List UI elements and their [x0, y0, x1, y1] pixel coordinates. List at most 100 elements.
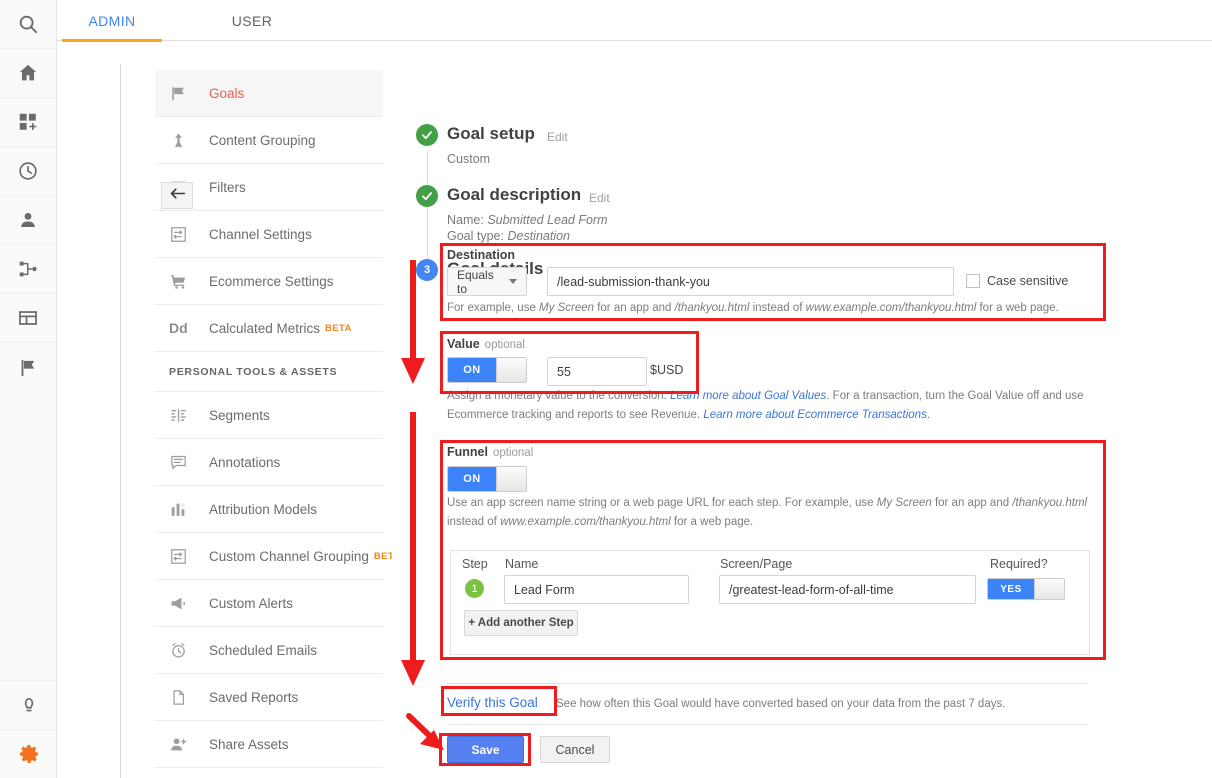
rail-item-search[interactable]: [0, 0, 56, 49]
dest-help-p4: for a web page.: [976, 302, 1059, 314]
rail-item-acquisition[interactable]: [0, 245, 56, 294]
sidebar-item-content-grouping-label: Content Grouping: [209, 132, 316, 148]
step-1-status-badge: [416, 124, 438, 146]
ecommerce-transactions-link[interactable]: Learn more about Ecommerce Transactions: [703, 409, 927, 421]
funnel-col-name: Name: [505, 557, 539, 571]
rail-item-admin[interactable]: [0, 729, 57, 778]
tab-user[interactable]: USER: [202, 0, 302, 41]
case-sensitive-checkbox[interactable]: [966, 274, 980, 288]
dest-help-i3: www.example.com/thankyou.html: [805, 302, 977, 314]
value-help-1b: . For a transaction, turn the Goal Value…: [826, 390, 1084, 402]
value-toggle[interactable]: ON: [447, 357, 527, 383]
sidebar-item-saved-reports-label: Saved Reports: [209, 689, 299, 705]
rail-item-discover[interactable]: [0, 680, 57, 729]
sidebar-item-annotations[interactable]: Annotations: [155, 439, 383, 486]
step-1-subtext: Custom: [447, 152, 491, 166]
rail-item-behavior[interactable]: [0, 294, 56, 343]
dest-help-p1: For example, use: [447, 302, 540, 314]
verify-this-goal-link[interactable]: Verify this Goal: [447, 695, 538, 710]
verify-description: See how often this Goal would have conve…: [556, 698, 1006, 710]
nav-divider-line: [120, 64, 121, 778]
funnel-help-1i2: /thankyou.html: [1012, 497, 1088, 509]
value-amount-input[interactable]: [547, 357, 647, 386]
sidebar-item-custom-channel-grouping[interactable]: Custom Channel Grouping BET.: [155, 533, 396, 580]
funnel-help-2i: www.example.com/thankyou.html: [500, 516, 671, 528]
value-help-line-2: Ecommerce tracking and reports to see Re…: [447, 406, 1107, 425]
funnel-toggle[interactable]: ON: [447, 466, 527, 492]
sidebar-item-saved-reports[interactable]: Saved Reports: [155, 674, 383, 721]
sidebar-item-custom-alerts[interactable]: Custom Alerts: [155, 580, 383, 627]
analytics-admin-screen: ADMIN USER Goals Content Grouping Filter…: [0, 0, 1212, 778]
funnel-col-screen-page: Screen/Page: [720, 557, 793, 571]
sidebar-item-scheduled-emails[interactable]: Scheduled Emails: [155, 627, 383, 674]
sidebar-item-attribution-models[interactable]: Attribution Models: [155, 486, 383, 533]
funnel-row-name-input[interactable]: [504, 575, 689, 604]
collapse-nav-button[interactable]: [161, 182, 193, 209]
funnel-row-required-knob: [1034, 579, 1064, 599]
funnel-row-screen-page-input[interactable]: [719, 575, 976, 604]
admin-nav-column: Goals Content Grouping Filters Channel S…: [57, 42, 445, 778]
rail-item-audience[interactable]: [0, 196, 56, 245]
step-connector-line: [427, 150, 428, 270]
save-button[interactable]: Save: [447, 736, 524, 763]
sidebar-item-goals[interactable]: Goals: [155, 70, 383, 117]
tab-admin-label: ADMIN: [88, 12, 136, 29]
funnel-toggle-state: ON: [448, 467, 496, 491]
add-another-step-button[interactable]: + Add another Step: [464, 610, 578, 636]
home-icon: [17, 62, 39, 84]
conversions-flag-icon: [17, 357, 39, 379]
discover-bulb-icon: [18, 694, 40, 716]
tab-admin[interactable]: ADMIN: [62, 0, 162, 41]
step-1-edit-link[interactable]: Edit: [547, 130, 568, 144]
acquisition-share-icon: [17, 258, 39, 280]
admin-gear-icon: [17, 742, 41, 766]
megaphone-icon: [169, 594, 199, 613]
step-2-status-badge: [416, 185, 438, 207]
step-2-name-line: Name: Submitted Lead Form: [447, 213, 608, 227]
sidebar-item-channel-settings[interactable]: Channel Settings: [155, 211, 383, 258]
rail-item-home[interactable]: [0, 49, 56, 98]
cancel-button[interactable]: Cancel: [540, 736, 610, 763]
funnel-help-1i: My Screen: [876, 497, 932, 509]
goal-editor-panel: Goal setup Edit Custom Goal description …: [392, 42, 1212, 778]
sidebar-item-ecommerce-settings[interactable]: Ecommerce Settings: [155, 258, 383, 305]
add-another-step-label: + Add another Step: [468, 617, 574, 629]
sidebar-item-ecommerce-settings-label: Ecommerce Settings: [209, 273, 334, 289]
annotations-comment-icon: [169, 453, 199, 472]
sidebar-item-segments[interactable]: Segments: [155, 392, 383, 439]
section-heading-personal-tools: PERSONAL TOOLS & ASSETS: [155, 352, 383, 392]
rail-item-realtime[interactable]: [0, 147, 56, 196]
destination-match-type-select[interactable]: Equals to: [447, 267, 527, 296]
step-3-number: 3: [423, 264, 431, 276]
sidebar-item-content-grouping[interactable]: Content Grouping: [155, 117, 383, 164]
step-2-type-line: Goal type: Destination: [447, 229, 570, 243]
funnel-col-step: Step: [462, 557, 488, 571]
bar-chart-icon: [169, 500, 199, 519]
shopping-cart-icon: [169, 272, 199, 291]
destination-label: Destination: [447, 248, 516, 262]
funnel-help-line-2: instead of www.example.com/thankyou.html…: [447, 513, 1112, 532]
top-tab-bar: ADMIN USER: [57, 0, 1212, 42]
goal-values-link[interactable]: Learn more about Goal Values: [670, 390, 826, 402]
beta-badge: BETA: [325, 322, 352, 334]
funnel-row-required-toggle[interactable]: YES: [987, 578, 1065, 600]
value-label-group: Value optional: [447, 337, 525, 351]
dest-help-p2: for an app and: [594, 302, 675, 314]
rail-item-customization[interactable]: [0, 98, 56, 147]
sidebar-item-custom-channel-grouping-label: Custom Channel Grouping: [209, 548, 369, 564]
sidebar-item-channel-settings-label: Channel Settings: [209, 226, 312, 242]
realtime-clock-icon: [17, 160, 39, 182]
value-currency-label: $USD: [650, 363, 684, 377]
step-2-edit-link[interactable]: Edit: [589, 191, 610, 205]
sidebar-item-calculated-metrics[interactable]: Dd Calculated Metrics BETA: [155, 305, 383, 352]
destination-url-input[interactable]: [547, 267, 954, 296]
sidebar-item-share-assets[interactable]: Share Assets: [155, 721, 383, 768]
value-help-1a: Assign a monetary value to the conversio…: [447, 390, 671, 402]
funnel-label: Funnel: [447, 445, 488, 459]
funnel-row-step-number: 1: [465, 579, 484, 598]
sidebar-item-goals-label: Goals: [209, 85, 245, 101]
step-3-status-badge: 3: [416, 259, 438, 281]
funnel-label-group: Funnel optional: [447, 445, 533, 459]
rail-item-conversions[interactable]: [0, 343, 56, 392]
value-toggle-knob: [496, 358, 526, 382]
